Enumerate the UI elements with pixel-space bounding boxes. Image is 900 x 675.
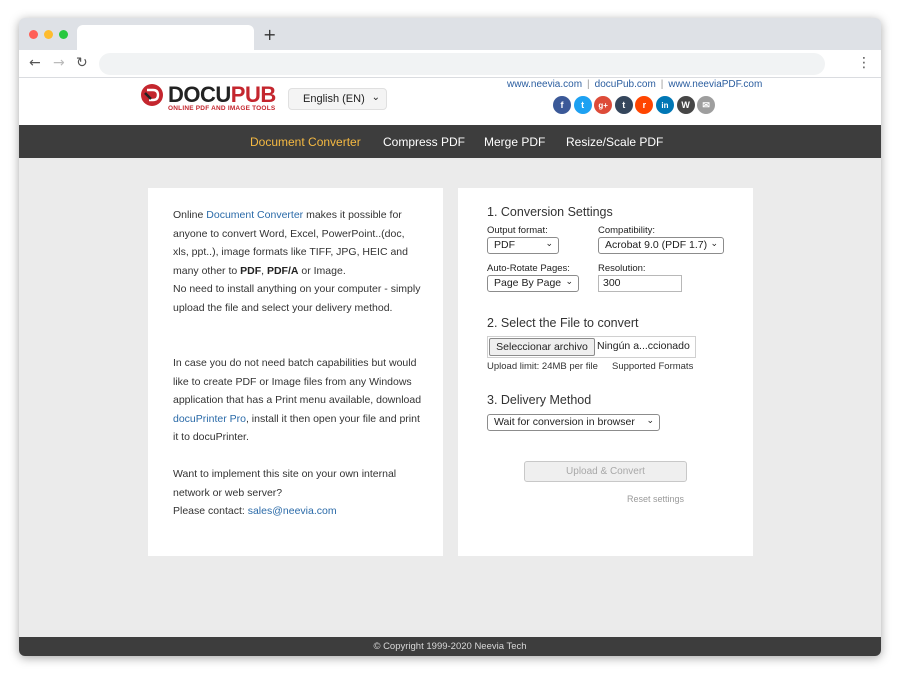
resolution-label: Resolution: bbox=[598, 263, 646, 274]
link-docupub[interactable]: docuPub.com bbox=[595, 79, 656, 90]
language-value: English (EN) bbox=[303, 93, 365, 105]
choose-file-button[interactable]: Seleccionar archivo bbox=[489, 338, 595, 356]
wordpress-icon[interactable]: W bbox=[676, 96, 695, 114]
menu-resize-scale-pdf[interactable]: Resize/Scale PDF bbox=[566, 135, 663, 149]
reddit-icon[interactable]: r bbox=[635, 96, 654, 114]
language-select[interactable]: English (EN) ⌄ bbox=[288, 88, 387, 110]
address-bar[interactable] bbox=[99, 53, 825, 75]
contact-text: Please contact: bbox=[173, 505, 248, 517]
site-header: DOCUPUB ONLINE PDF AND IMAGE TOOLS Engli… bbox=[19, 78, 881, 125]
contact-text: Want to implement this site on your own … bbox=[173, 468, 397, 499]
delivery-method-title: 3. Delivery Method bbox=[487, 393, 592, 407]
intro-text: or Image. bbox=[298, 264, 346, 277]
link-separator: | bbox=[660, 79, 664, 90]
output-format-label: Output format: bbox=[487, 225, 548, 236]
compatibility-label: Compatibility: bbox=[598, 225, 656, 236]
social-icons: f t g+ t r in W ✉ bbox=[553, 96, 716, 114]
browser-tab[interactable] bbox=[77, 25, 254, 50]
printer-paragraph: In case you do not need batch capabiliti… bbox=[173, 354, 423, 447]
chevron-down-icon: ⌄ bbox=[565, 276, 573, 286]
forward-arrow-icon[interactable]: → bbox=[53, 55, 65, 71]
output-format-value: PDF bbox=[494, 239, 515, 251]
reload-icon[interactable]: ↻ bbox=[76, 55, 88, 71]
menu-merge-pdf[interactable]: Merge PDF bbox=[484, 135, 545, 149]
link-neeviapdf[interactable]: www.neeviaPDF.com bbox=[668, 79, 762, 90]
contact-paragraph: Want to implement this site on your own … bbox=[173, 465, 423, 521]
info-panel: Online Document Converter makes it possi… bbox=[148, 188, 443, 556]
pdfa-bold: PDF/A bbox=[266, 264, 299, 277]
main-menu: Document Converter Compress PDF Merge PD… bbox=[19, 125, 881, 158]
docuprinter-pro-link[interactable]: docuPrinter Pro bbox=[173, 413, 246, 425]
linkedin-icon[interactable]: in bbox=[655, 96, 674, 114]
facebook-icon[interactable]: f bbox=[553, 96, 571, 114]
auto-rotate-label: Auto-Rotate Pages: bbox=[487, 263, 570, 274]
select-file-title: 2. Select the File to convert bbox=[487, 316, 639, 330]
docupub-logo-icon[interactable] bbox=[140, 83, 164, 107]
logo-docu: DOCU bbox=[168, 82, 231, 107]
auto-rotate-select[interactable]: Page By Page ⌄ bbox=[487, 275, 579, 292]
link-separator: | bbox=[587, 79, 590, 90]
tumblr-icon[interactable]: t bbox=[614, 96, 633, 114]
minimize-window-button[interactable] bbox=[44, 30, 53, 39]
browser-titlebar: + bbox=[19, 18, 881, 50]
menu-compress-pdf[interactable]: Compress PDF bbox=[383, 135, 465, 149]
link-neevia[interactable]: www.neevia.com bbox=[507, 79, 582, 90]
logo-tagline: ONLINE PDF AND IMAGE TOOLS bbox=[168, 105, 276, 112]
chevron-down-icon: ⌄ bbox=[646, 415, 654, 425]
intro-text: No need to install anything on your comp… bbox=[173, 283, 421, 314]
resolution-input[interactable]: 300 bbox=[598, 275, 682, 292]
chevron-down-icon: ⌄ bbox=[545, 238, 553, 248]
compatibility-select[interactable]: Acrobat 9.0 (PDF 1.7) ⌄ bbox=[598, 237, 724, 254]
chevron-down-icon: ⌄ bbox=[371, 92, 380, 103]
browser-menu-icon[interactable]: ⋮ bbox=[857, 55, 871, 71]
compatibility-value: Acrobat 9.0 (PDF 1.7) bbox=[605, 239, 708, 251]
new-tab-button[interactable]: + bbox=[263, 25, 276, 44]
reset-settings-link[interactable]: Reset settings bbox=[627, 494, 684, 504]
google-plus-icon[interactable]: g+ bbox=[594, 96, 613, 114]
auto-rotate-value: Page By Page bbox=[494, 277, 562, 289]
sales-email-link[interactable]: sales@neevia.com bbox=[248, 505, 337, 517]
delivery-method-value: Wait for conversion in browser bbox=[494, 416, 635, 428]
close-window-button[interactable] bbox=[29, 30, 38, 39]
pdf-bold: PDF bbox=[240, 264, 262, 277]
output-format-select[interactable]: PDF ⌄ bbox=[487, 237, 559, 254]
maximize-window-button[interactable] bbox=[59, 30, 68, 39]
chevron-down-icon: ⌄ bbox=[710, 238, 718, 248]
printer-text: In case you do not need batch capabiliti… bbox=[173, 357, 422, 406]
delivery-method-select[interactable]: Wait for conversion in browser ⌄ bbox=[487, 414, 660, 431]
document-converter-link[interactable]: Document Converter bbox=[206, 209, 303, 221]
browser-toolbar: ← → ↻ ⋮ bbox=[19, 50, 881, 78]
email-icon[interactable]: ✉ bbox=[697, 96, 716, 114]
footer-copyright: © Copyright 1999-2020 Neevia Tech bbox=[19, 637, 881, 656]
back-arrow-icon[interactable]: ← bbox=[29, 55, 41, 71]
twitter-icon[interactable]: t bbox=[573, 96, 592, 114]
menu-document-converter[interactable]: Document Converter bbox=[250, 135, 361, 149]
intro-text: Online bbox=[173, 209, 207, 221]
conversion-panel: 1. Conversion Settings Output format: PD… bbox=[458, 188, 753, 556]
upload-limit: Upload limit: 24MB per file bbox=[487, 361, 598, 372]
upload-convert-button[interactable]: Upload & Convert bbox=[524, 461, 687, 482]
supported-formats-link[interactable]: Supported Formats bbox=[612, 361, 693, 372]
top-links: www.neevia.com | docuPub.com | www.neeviaPDF… bbox=[507, 79, 762, 90]
file-status: Ningún a...ccionado bbox=[597, 340, 690, 352]
logo-pub: PUB bbox=[230, 82, 276, 107]
browser-window: + ← → ↻ ⋮ DOCUPUB ONLINE PDF AND IMAGE T… bbox=[19, 18, 881, 656]
intro-paragraph: Online Document Converter makes it possi… bbox=[173, 206, 423, 317]
conversion-settings-title: 1. Conversion Settings bbox=[487, 205, 613, 219]
